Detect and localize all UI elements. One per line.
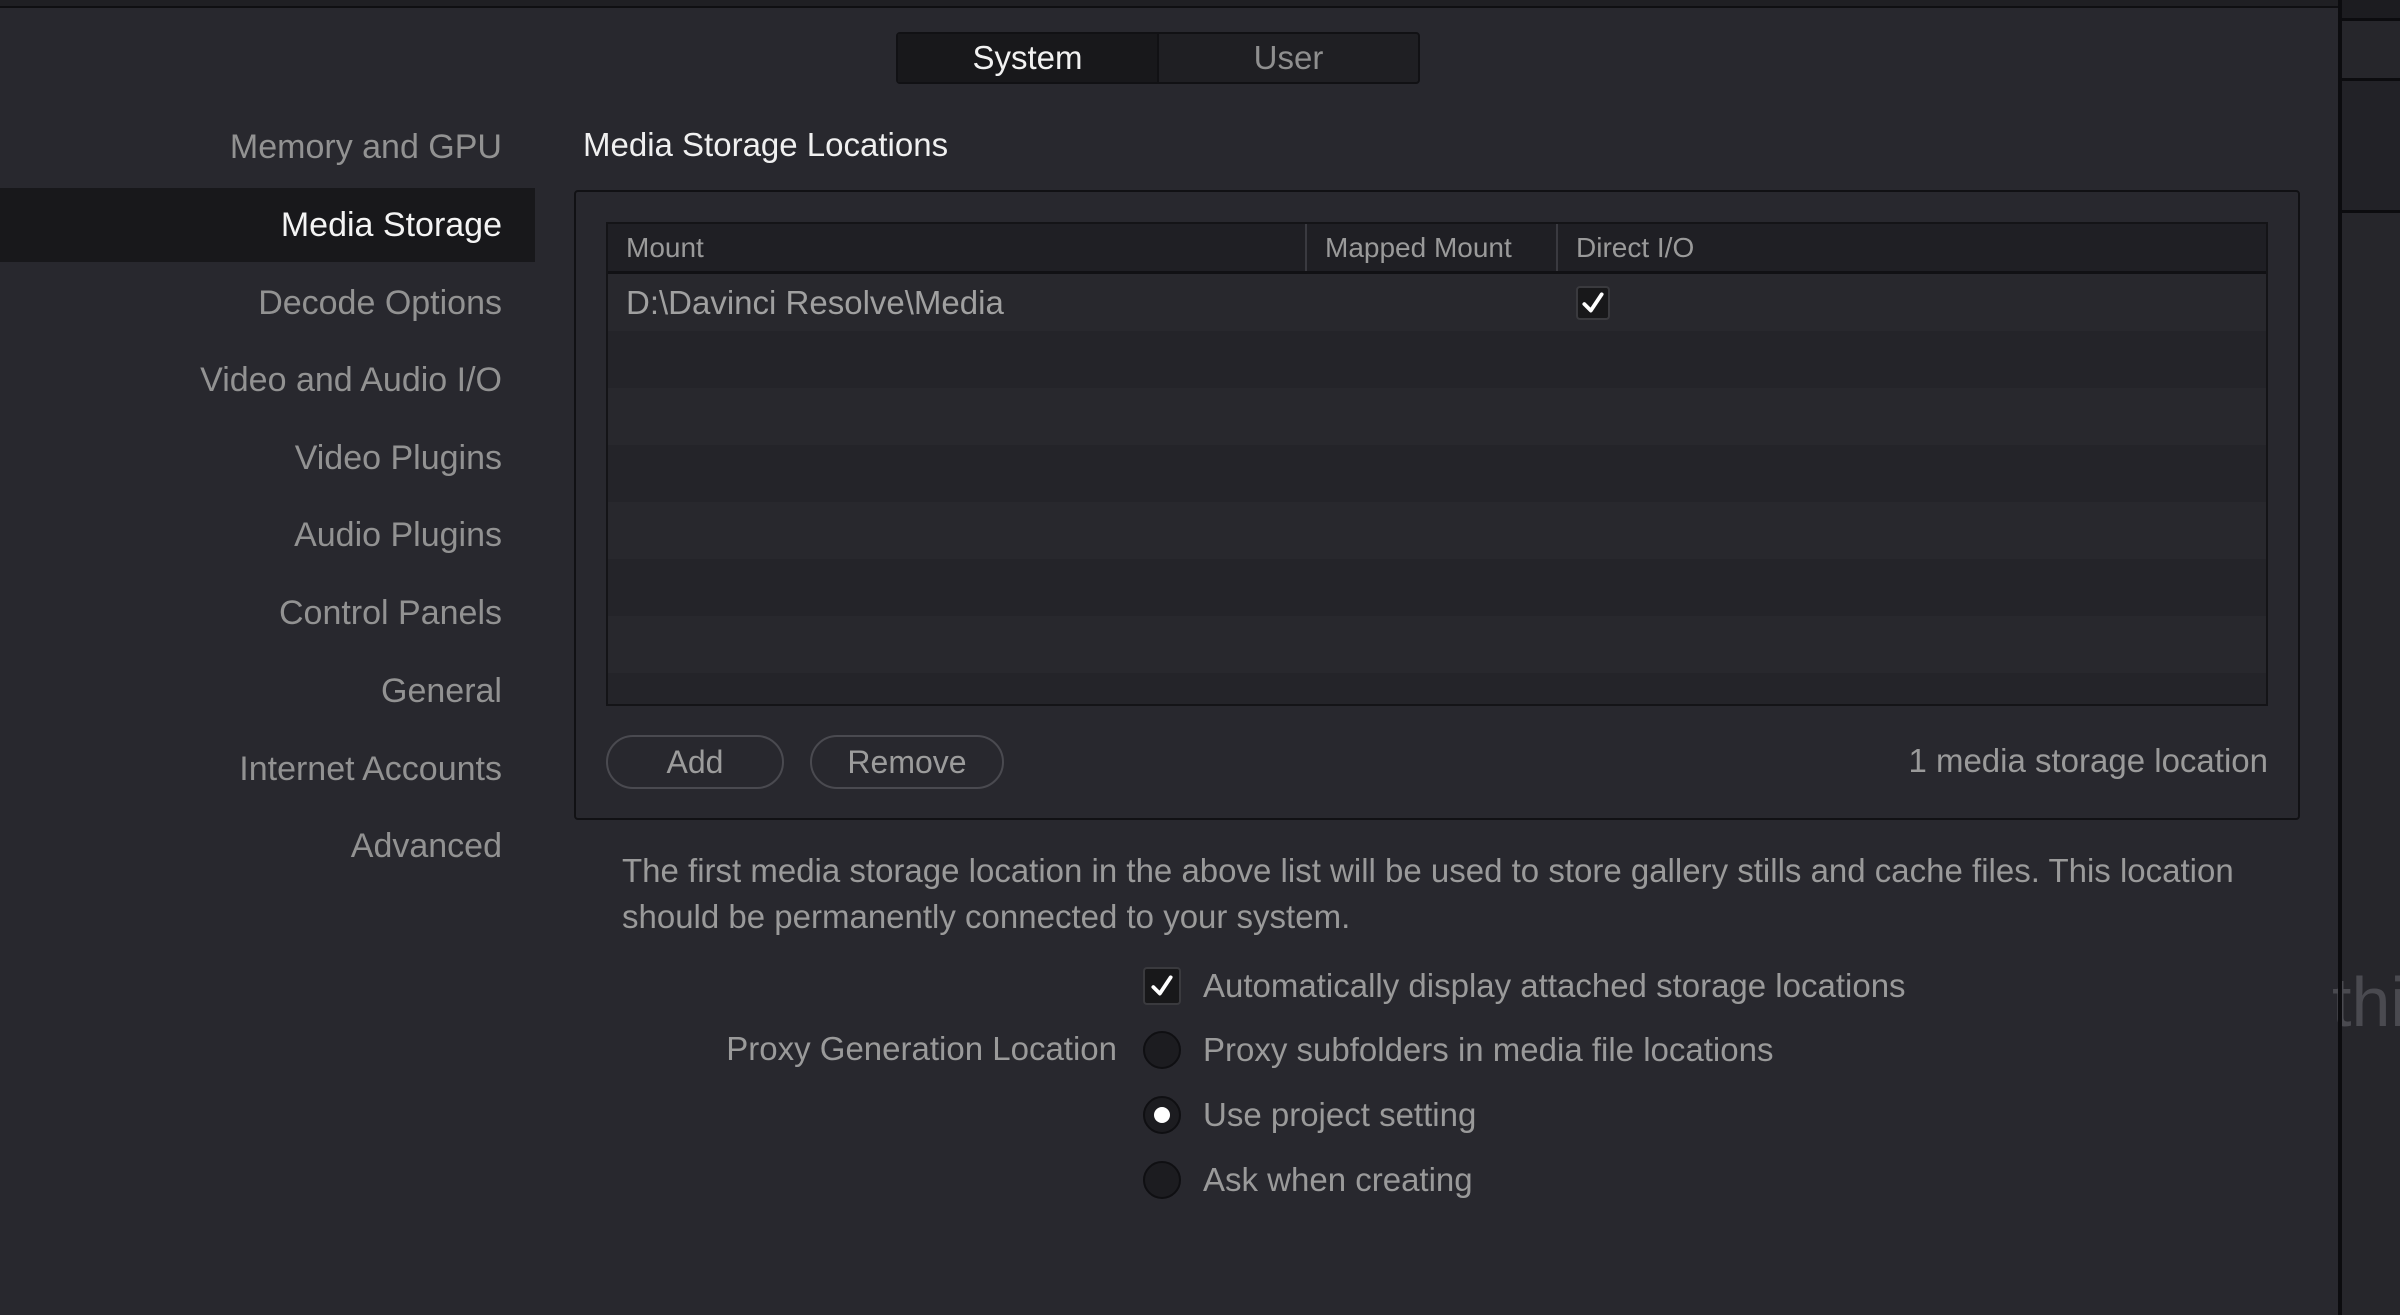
sidebar-item-video-plugins[interactable]: Video Plugins bbox=[0, 421, 535, 495]
mount-cell: D:\Davinci Resolve\Media bbox=[626, 283, 1004, 321]
add-button[interactable]: Add bbox=[606, 735, 784, 789]
table-row-empty bbox=[608, 445, 2266, 502]
sidebar-item-general[interactable]: General bbox=[0, 654, 535, 728]
auto-display-checkbox[interactable] bbox=[1143, 967, 1181, 1005]
direct-io-checkbox[interactable] bbox=[1576, 285, 1610, 320]
table-row-empty bbox=[608, 673, 2266, 704]
radio-label-proxy-subfolders[interactable]: Proxy subfolders in media file locations bbox=[1203, 1031, 1773, 1069]
radio-ask-when-creating[interactable] bbox=[1143, 1161, 1181, 1199]
adjacent-panel-ghost-text: thi bbox=[2332, 963, 2400, 1041]
remove-button[interactable]: Remove bbox=[810, 735, 1004, 789]
sidebar-item-video-and-audio-io[interactable]: Video and Audio I/O bbox=[0, 343, 535, 417]
radio-proxy-subfolders[interactable] bbox=[1143, 1031, 1181, 1069]
system-user-toggle: System User bbox=[896, 32, 1420, 84]
location-count: 1 media storage location bbox=[1908, 742, 2268, 779]
table-row-empty bbox=[608, 388, 2266, 445]
tab-user[interactable]: User bbox=[1159, 34, 1418, 82]
adjacent-panel bbox=[2342, 0, 2400, 1315]
table-row[interactable]: D:\Davinci Resolve\Media bbox=[608, 274, 2266, 331]
radio-label-use-project-setting[interactable]: Use project setting bbox=[1203, 1096, 1476, 1134]
adjacent-panel-row bbox=[2342, 81, 2400, 213]
auto-display-label[interactable]: Automatically display attached storage l… bbox=[1203, 967, 1906, 1005]
column-header-direct-io[interactable]: Direct I/O bbox=[1558, 224, 2266, 271]
proxy-generation-label: Proxy Generation Location bbox=[726, 1030, 1117, 1067]
proxy-option-subfolders: Proxy subfolders in media file locations bbox=[1143, 1030, 1773, 1070]
sidebar-item-decode-options[interactable]: Decode Options bbox=[0, 266, 535, 340]
proxy-option-ask: Ask when creating bbox=[1143, 1160, 1473, 1200]
table-row-empty bbox=[608, 616, 2266, 673]
radio-selected-dot bbox=[1154, 1107, 1170, 1123]
table-row-empty bbox=[608, 559, 2266, 616]
proxy-option-project-setting: Use project setting bbox=[1143, 1095, 1476, 1135]
media-storage-table: Mount Mapped Mount Direct I/O D:\Davinci… bbox=[606, 222, 2268, 706]
storage-description: The first media storage location in the … bbox=[622, 852, 2234, 935]
checkmark-icon bbox=[1151, 975, 1173, 996]
table-header: Mount Mapped Mount Direct I/O bbox=[608, 224, 2266, 274]
sidebar-item-audio-plugins[interactable]: Audio Plugins bbox=[0, 498, 535, 572]
column-header-mount[interactable]: Mount bbox=[608, 224, 1307, 271]
panel-divider[interactable] bbox=[2338, 0, 2342, 1315]
table-row-empty bbox=[608, 502, 2266, 559]
top-divider bbox=[0, 0, 2340, 8]
radio-use-project-setting[interactable] bbox=[1143, 1096, 1181, 1134]
sidebar-item-media-storage[interactable]: Media Storage bbox=[0, 188, 535, 262]
table-row-empty bbox=[608, 331, 2266, 388]
section-title: Media Storage Locations bbox=[583, 126, 949, 163]
sidebar-item-advanced[interactable]: Advanced bbox=[0, 809, 535, 883]
checkmark-icon bbox=[1582, 291, 1604, 312]
sidebar-item-memory-and-gpu[interactable]: Memory and GPU bbox=[0, 110, 535, 184]
adjacent-panel-header bbox=[2342, 0, 2400, 21]
sidebar-item-internet-accounts[interactable]: Internet Accounts bbox=[0, 732, 535, 806]
tab-system[interactable]: System bbox=[898, 34, 1159, 82]
adjacent-panel-row bbox=[2342, 21, 2400, 81]
radio-label-ask-when-creating[interactable]: Ask when creating bbox=[1203, 1161, 1473, 1199]
column-header-mapped-mount[interactable]: Mapped Mount bbox=[1307, 224, 1558, 271]
auto-display-option: Automatically display attached storage l… bbox=[1143, 966, 1906, 1006]
sidebar-item-control-panels[interactable]: Control Panels bbox=[0, 576, 535, 650]
